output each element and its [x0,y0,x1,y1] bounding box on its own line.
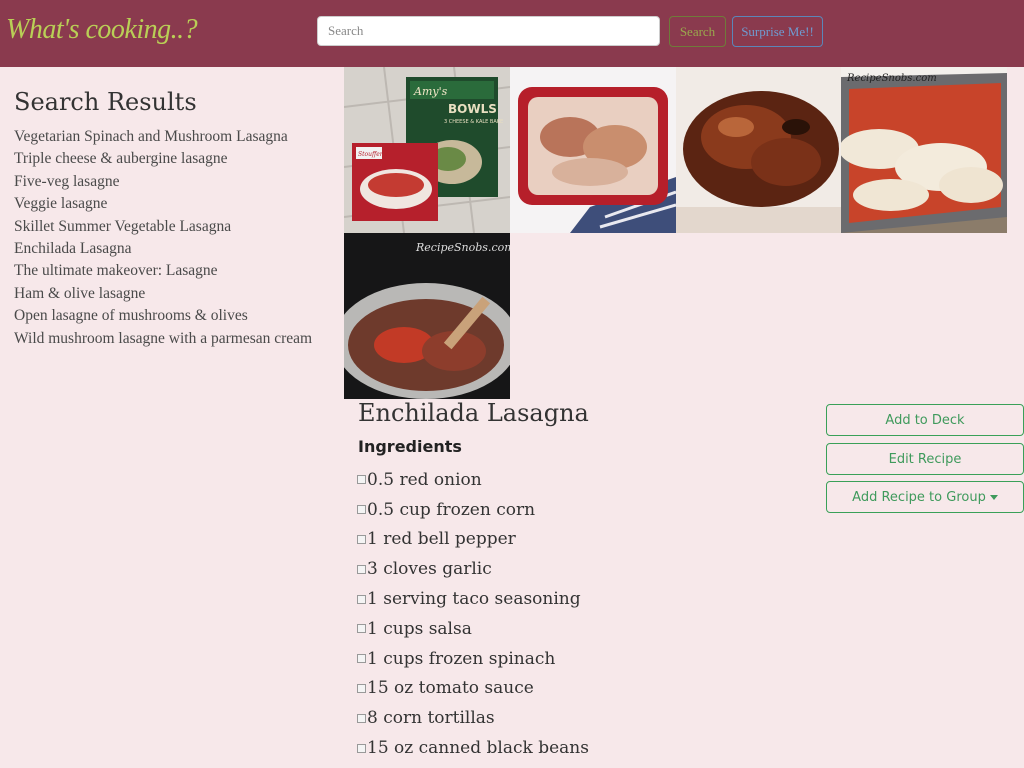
ingredient-item: 15 oz tomato sauce [357,674,589,704]
ingredient-checkbox[interactable] [357,505,366,515]
ingredient-item: 15 oz canned black beans [357,733,589,763]
ingredient-label: 1 cups salsa [367,618,472,639]
ingredient-checkbox[interactable] [357,743,366,753]
svg-text:BOWLS: BOWLS [448,102,497,116]
result-item[interactable]: Wild mushroom lasagne with a parmesan cr… [14,328,312,350]
search-button[interactable]: Search [669,16,726,47]
result-item[interactable]: Five-veg lasagne [14,171,312,193]
ingredient-label: 1 red bell pepper [367,529,516,550]
result-item[interactable]: Triple cheese & aubergine lasagne [14,148,312,170]
edit-recipe-button[interactable]: Edit Recipe [826,443,1024,475]
ingredient-item: 1 cups salsa [357,614,589,644]
ingredient-checkbox[interactable] [357,713,366,723]
result-item[interactable]: Open lasagne of mushrooms & olives [14,305,312,327]
caret-down-icon [989,494,998,500]
recipe-photo-5: RecipeSnobs.com [344,233,510,399]
ingredient-label: 0.5 red onion [367,469,482,490]
ingredient-item: 3 cloves garlic [357,554,589,584]
result-item[interactable]: The ultimate makeover: Lasagne [14,260,312,282]
svg-text:RecipeSnobs.com: RecipeSnobs.com [415,241,510,254]
ingredients-list: 0.5 red onion 0.5 cup frozen corn 1 red … [357,465,589,763]
search-input[interactable] [317,16,660,46]
svg-text:3 CHEESE & KALE BAKE: 3 CHEESE & KALE BAKE [444,119,503,125]
search-results-title: Search Results [14,88,197,116]
ingredient-label: 1 cups frozen spinach [367,648,556,669]
ingredient-label: 8 corn tortillas [367,708,495,729]
result-item[interactable]: Enchilada Lasagna [14,238,312,260]
result-item[interactable]: Veggie lasagne [14,193,312,215]
add-recipe-to-group-label: Add Recipe to Group [852,489,986,505]
ingredient-checkbox[interactable] [357,475,366,485]
ingredient-checkbox[interactable] [357,683,366,693]
ingredient-checkbox[interactable] [357,534,366,544]
recipe-photo-1: Amy's BOWLS 3 CHEESE & KALE BAKE Stouffe… [344,67,510,233]
ingredient-checkbox[interactable] [357,564,366,574]
ingredient-checkbox[interactable] [357,624,366,634]
ingredient-checkbox[interactable] [357,594,366,604]
ingredient-item: 1 red bell pepper [357,525,589,555]
search-results-list: Vegetarian Spinach and Mushroom Lasagna … [14,126,312,350]
brand-logo[interactable]: What's cooking..? [6,14,198,46]
result-item[interactable]: Vegetarian Spinach and Mushroom Lasagna [14,126,312,148]
recipe-title: Enchilada Lasagna [358,399,589,427]
ingredient-item: 1 serving taco seasoning [357,584,589,614]
ingredient-item: 1 cups frozen spinach [357,644,589,674]
svg-text:Amy's: Amy's [413,85,448,98]
svg-text:RecipeSnobs.com: RecipeSnobs.com [846,73,937,84]
navbar: What's cooking..? Search Surprise Me!! [0,0,1024,67]
ingredient-item: 0.5 red onion [357,465,589,495]
ingredient-label: 0.5 cup frozen corn [367,499,536,520]
ingredient-label: 15 oz tomato sauce [367,678,534,699]
ingredient-label: 15 oz canned black beans [367,738,589,759]
recipe-photo-3 [676,67,842,233]
ingredient-item: 0.5 cup frozen corn [357,495,589,525]
recipe-photo-2 [510,67,676,233]
recipe-photo-4: RecipeSnobs.com [841,67,1007,233]
ingredient-label: 3 cloves garlic [367,559,492,580]
surprise-me-button[interactable]: Surprise Me!! [732,16,823,47]
add-recipe-to-group-dropdown[interactable]: Add Recipe to Group [826,481,1024,513]
ingredient-item: 8 corn tortillas [357,703,589,733]
result-item[interactable]: Ham & olive lasagne [14,283,312,305]
ingredient-label: 1 serving taco seasoning [367,589,581,610]
ingredients-heading: Ingredients [358,437,462,456]
result-item[interactable]: Skillet Summer Vegetable Lasagna [14,216,312,238]
add-to-deck-button[interactable]: Add to Deck [826,404,1024,436]
ingredient-checkbox[interactable] [357,654,366,664]
svg-text:Stouffer's: Stouffer's [358,151,387,158]
